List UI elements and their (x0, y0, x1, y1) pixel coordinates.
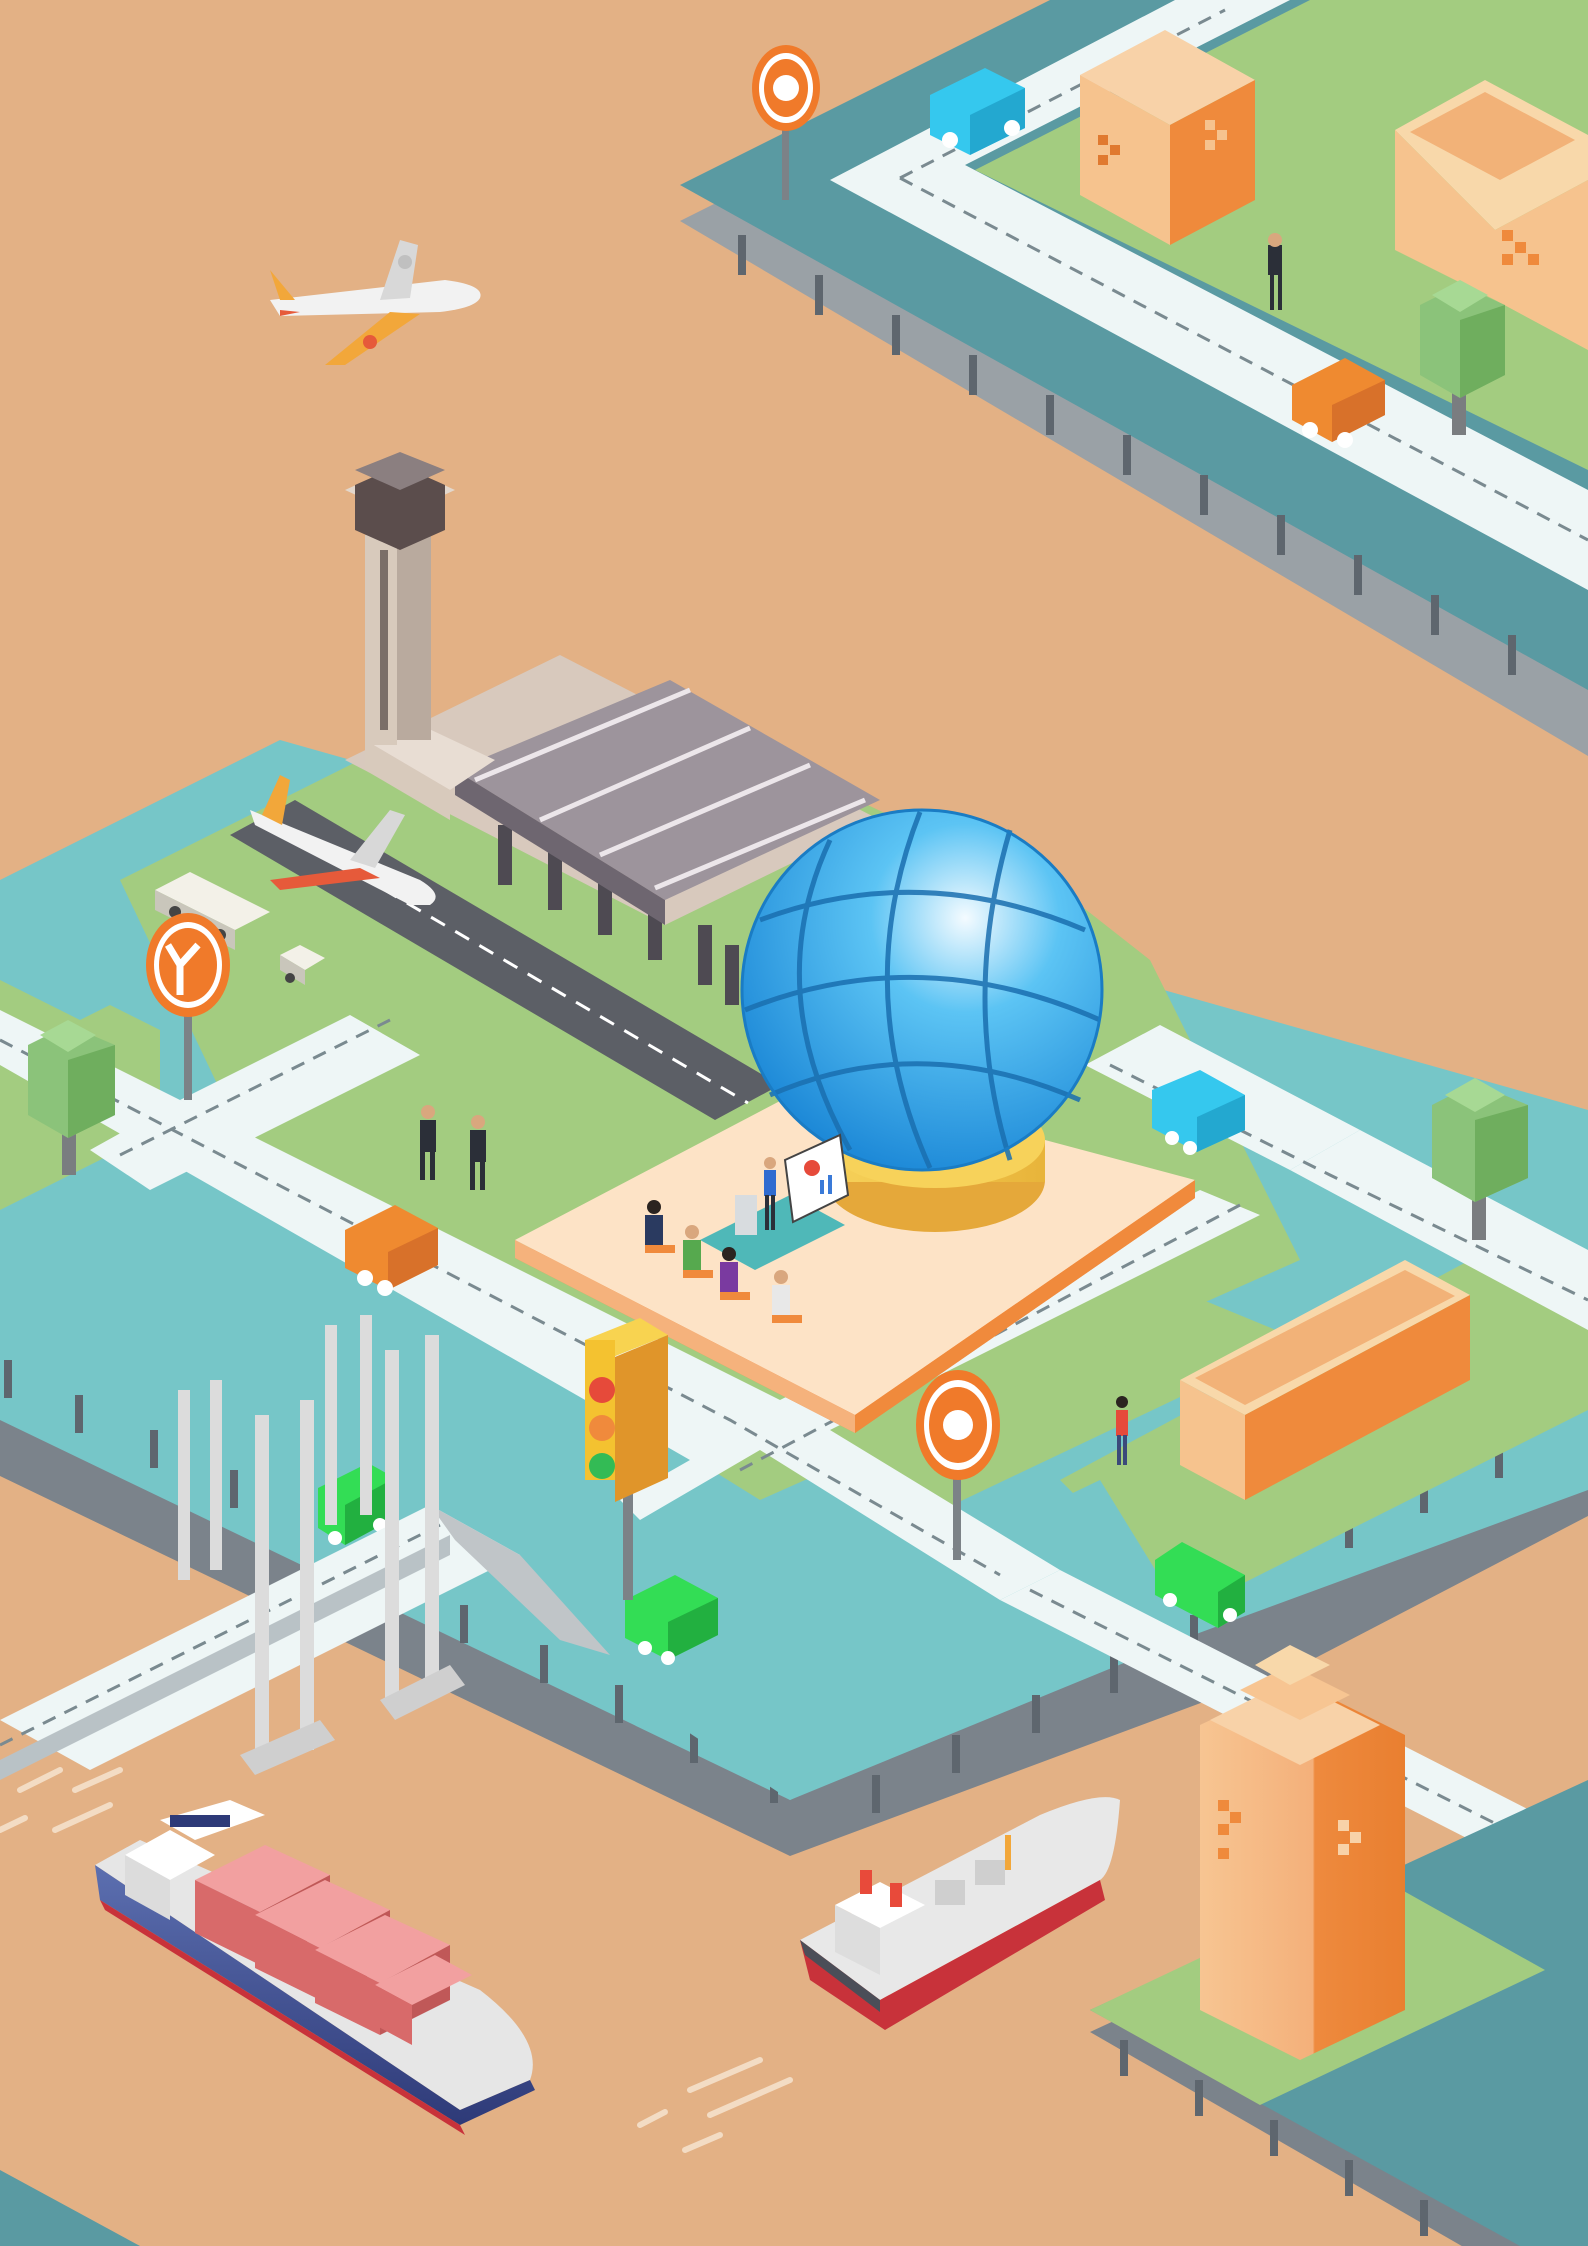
bluetooth-icon (589, 1453, 615, 1479)
globe-icon (773, 75, 799, 101)
globe-icon (943, 1410, 973, 1440)
globe-sculpture (740, 808, 1104, 1172)
snowflake-icon (589, 1415, 615, 1441)
gear-icon (589, 1377, 615, 1403)
city-scene (0, 0, 1588, 2246)
